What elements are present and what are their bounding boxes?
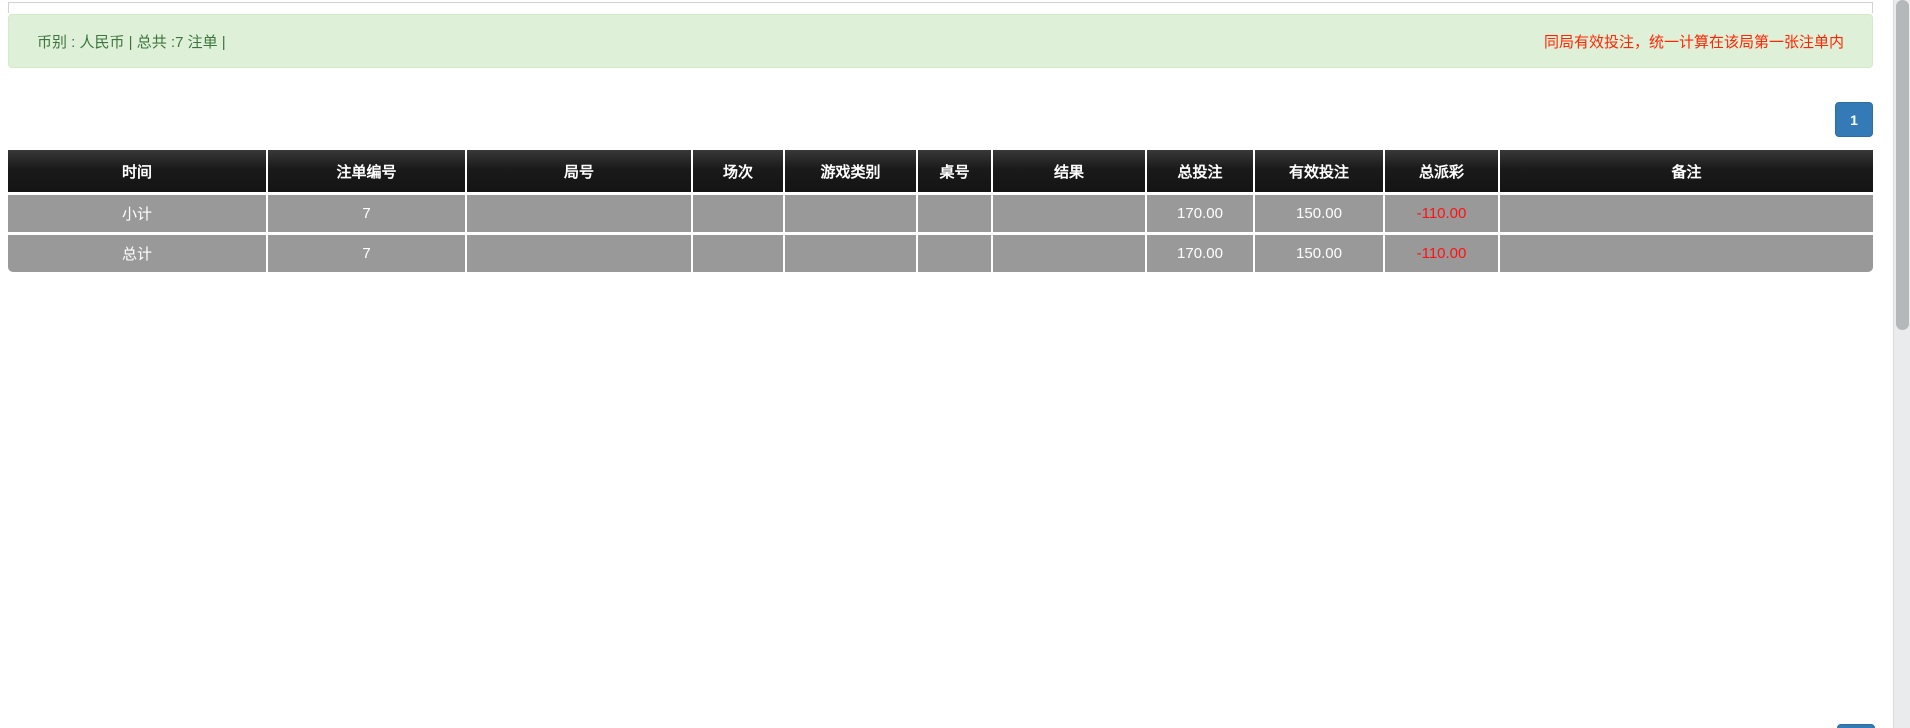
summary-empty-table-no bbox=[918, 232, 993, 272]
summary-empty-table-no bbox=[918, 192, 993, 232]
column-header-8: 有效投注 bbox=[1255, 150, 1385, 192]
column-header-2: 局号 bbox=[467, 150, 693, 192]
vertical-scrollbar-track[interactable] bbox=[1893, 0, 1910, 728]
column-header-5: 桌号 bbox=[918, 150, 993, 192]
column-header-7: 总投注 bbox=[1147, 150, 1255, 192]
currency-summary-text: 币别 : 人民币 | 总共 :7 注单 | bbox=[37, 31, 226, 52]
summary-total-bet: 170.00 bbox=[1147, 192, 1255, 232]
bet-history-table-wrap: 时间注单编号局号场次游戏类别桌号结果总投注有效投注总派彩备注 小计7 170.00… bbox=[8, 150, 1873, 272]
vertical-scrollbar-thumb[interactable] bbox=[1896, 0, 1909, 330]
pagination-page-1-top[interactable]: 1 bbox=[1835, 102, 1873, 137]
table-body: 小计7 170.00150.00-110.00 总计7 170.00150.00-11… bbox=[8, 192, 1873, 272]
total-row: 总计7 170.00150.00-110.00 bbox=[8, 232, 1873, 272]
summary-valid-bet: 150.00 bbox=[1255, 232, 1385, 272]
cutoff-panel-edge bbox=[8, 2, 1873, 13]
summary-empty-game-type bbox=[785, 232, 918, 272]
summary-banner: 币别 : 人民币 | 总共 :7 注单 | 同局有效投注，统一计算在该局第一张注… bbox=[8, 14, 1873, 68]
summary-empty-result bbox=[993, 192, 1147, 232]
column-header-9: 总派彩 bbox=[1385, 150, 1500, 192]
column-header-3: 场次 bbox=[693, 150, 785, 192]
column-header-10: 备注 bbox=[1500, 150, 1873, 192]
summary-empty-result bbox=[993, 232, 1147, 272]
summary-remark bbox=[1500, 232, 1873, 272]
summary-empty-game-id bbox=[467, 192, 693, 232]
summary-remark bbox=[1500, 192, 1873, 232]
summary-total-bet: 170.00 bbox=[1147, 232, 1255, 272]
summary-empty-game-id bbox=[467, 232, 693, 272]
summary-valid-bet: 150.00 bbox=[1255, 192, 1385, 232]
summary-empty-session bbox=[693, 232, 785, 272]
summary-empty-game-type bbox=[785, 192, 918, 232]
column-header-4: 游戏类别 bbox=[785, 150, 918, 192]
summary-empty-session bbox=[693, 192, 785, 232]
column-header-6: 结果 bbox=[993, 150, 1147, 192]
table-header: 时间注单编号局号场次游戏类别桌号结果总投注有效投注总派彩备注 bbox=[8, 150, 1873, 192]
summary-label: 总计 bbox=[8, 232, 268, 272]
pagination-page-1-bottom[interactable]: 1 bbox=[1837, 724, 1875, 728]
column-header-0: 时间 bbox=[8, 150, 268, 192]
summary-label: 小计 bbox=[8, 192, 268, 232]
summary-payout: -110.00 bbox=[1385, 232, 1500, 272]
summary-count: 7 bbox=[268, 232, 467, 272]
bet-history-table: 时间注单编号局号场次游戏类别桌号结果总投注有效投注总派彩备注 小计7 170.00… bbox=[8, 150, 1873, 272]
header-row: 时间注单编号局号场次游戏类别桌号结果总投注有效投注总派彩备注 bbox=[8, 150, 1873, 192]
column-header-1: 注单编号 bbox=[268, 150, 467, 192]
subtotal-row: 小计7 170.00150.00-110.00 bbox=[8, 192, 1873, 232]
valid-bet-notice-text: 同局有效投注，统一计算在该局第一张注单内 bbox=[1544, 31, 1844, 52]
summary-count: 7 bbox=[268, 192, 467, 232]
summary-payout: -110.00 bbox=[1385, 192, 1500, 232]
